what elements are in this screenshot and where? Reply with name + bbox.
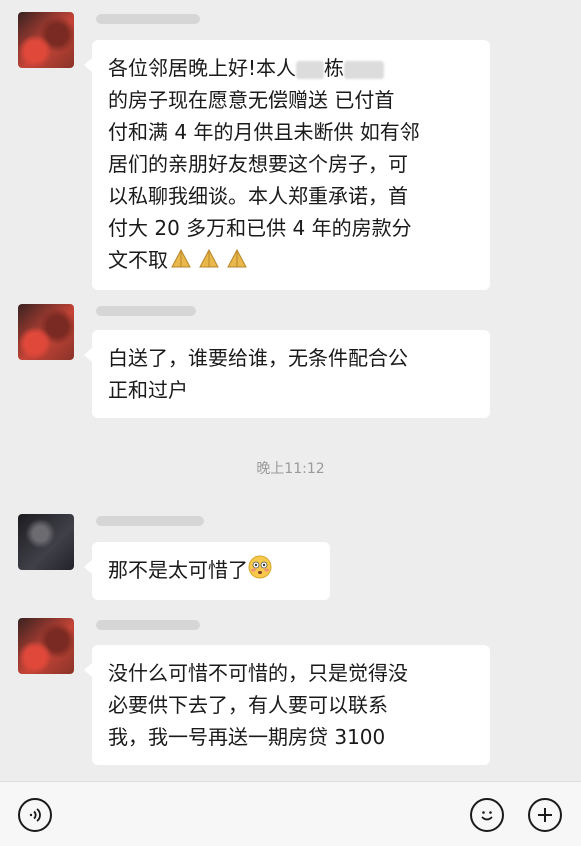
flushed-face-icon xyxy=(248,555,272,588)
plus-icon[interactable] xyxy=(528,798,562,832)
folded-hands-icon xyxy=(168,246,254,278)
message-text: 付和满 4 年的月供且未断供 如有邻 xyxy=(108,120,420,144)
message-text: 付大 20 多万和已供 4 年的房款分 xyxy=(108,216,412,240)
message-text: 居们的亲朋好友想要这个房子，可 xyxy=(108,152,408,176)
avatar[interactable] xyxy=(18,618,74,674)
message-bubble[interactable]: 那不是太可惜了 xyxy=(84,542,330,600)
message-bubble[interactable]: 白送了，谁要给谁，无条件配合公 正和过户 xyxy=(84,330,490,418)
redacted-text xyxy=(296,60,325,79)
avatar[interactable] xyxy=(18,12,74,68)
sender-name-blurred xyxy=(96,620,200,630)
avatar[interactable] xyxy=(18,304,74,360)
timestamp: 晚上11:12 xyxy=(256,461,325,477)
message-text: 白送了，谁要给谁，无条件配合公 xyxy=(108,346,408,370)
redacted-text xyxy=(344,60,385,79)
sender-name-blurred xyxy=(96,306,196,316)
sender-name-blurred xyxy=(96,14,200,24)
message-text: 我，我一号再送一期房贷 3100 xyxy=(108,725,386,749)
message-bubble[interactable]: 各位邻居晚上好!本人 栋 的房子现在愿意无偿赠送 已付首 付和满 4 年的月供且未… xyxy=(84,40,490,290)
voice-icon[interactable] xyxy=(18,798,52,832)
message-text: 的房子现在愿意无偿赠送 已付首 xyxy=(108,88,395,112)
emoji-icon[interactable] xyxy=(470,798,504,832)
message-text: 栋 xyxy=(324,56,345,80)
message-text: 文不取 xyxy=(108,248,168,272)
avatar[interactable] xyxy=(18,514,74,570)
message-text: 正和过户 xyxy=(108,378,188,402)
sender-name-blurred xyxy=(96,516,204,526)
message-text: 以私聊我细谈。本人郑重承诺，首 xyxy=(108,184,408,208)
chat-input-bar xyxy=(0,781,581,846)
message-text: 各位邻居晚上好!本人 xyxy=(108,56,297,80)
message-text: 那不是太可惜了 xyxy=(108,558,248,582)
message-bubble[interactable]: 没什么可惜不可惜的，只是觉得没 必要供下去了，有人要可以联系 我，我一号再送一期… xyxy=(84,645,490,765)
message-text: 必要供下去了，有人要可以联系 xyxy=(108,693,388,717)
message-text: 没什么可惜不可惜的，只是觉得没 xyxy=(108,661,408,685)
